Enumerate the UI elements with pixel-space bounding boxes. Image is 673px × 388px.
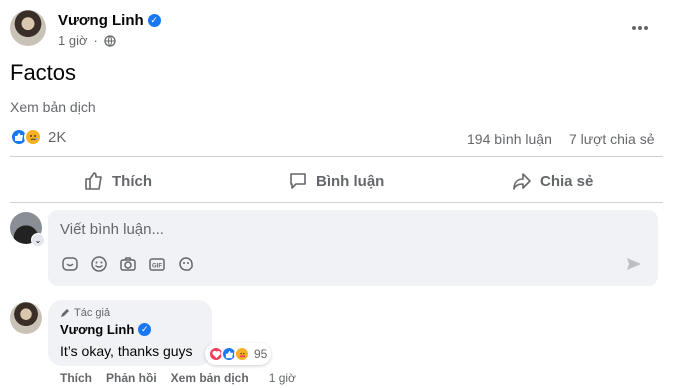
more-options-button[interactable] — [630, 18, 650, 38]
comment-time[interactable]: 1 giờ — [269, 371, 296, 385]
sticker-icon[interactable] — [60, 254, 80, 274]
verified-icon: ✓ — [147, 13, 161, 27]
globe-icon — [104, 34, 116, 47]
verified-icon: ✓ — [138, 323, 152, 336]
comment-like-link[interactable]: Thích — [60, 371, 92, 385]
care-reaction-icon — [234, 346, 250, 362]
author-badge-label: Tác giả — [74, 307, 111, 319]
comment-reaction-count: 95 — [254, 347, 268, 361]
comment-text: It’s okay, thanks guys — [60, 343, 193, 359]
camera-icon[interactable] — [118, 254, 138, 274]
comment-reply-link[interactable]: Phản hồi — [106, 371, 157, 385]
comment-input[interactable]: Viết bình luận... — [60, 221, 164, 238]
send-button[interactable] — [624, 254, 644, 274]
post-author-name[interactable]: Vương Linh — [58, 12, 144, 29]
more-icon — [632, 26, 648, 30]
dot-separator: · — [93, 33, 98, 48]
reaction-summary[interactable]: 2K — [10, 128, 66, 146]
profile-switch-icon[interactable]: ⌄ — [31, 233, 45, 247]
comment-button[interactable]: Bình luận — [288, 170, 384, 192]
comment-avatar[interactable] — [10, 302, 42, 334]
gif-icon[interactable]: GIF — [147, 254, 167, 274]
like-button[interactable]: Thích — [84, 170, 152, 192]
comment-actions: Thích Phản hồi Xem bản dịch 1 giờ — [60, 371, 296, 385]
comment-author-name[interactable]: Vương Linh — [60, 322, 134, 337]
divider — [10, 202, 663, 203]
emoji-icon[interactable] — [89, 254, 109, 274]
share-icon — [513, 173, 531, 190]
sad-reaction-icon — [24, 128, 42, 146]
comment-icon — [290, 173, 306, 189]
like-button-label: Thích — [112, 172, 152, 190]
comment-translate-link[interactable]: Xem bản dịch — [171, 371, 249, 385]
comment-composer[interactable]: Viết bình luận... GIF — [48, 210, 658, 286]
post-meta: 1 giờ · — [58, 33, 116, 48]
post-time[interactable]: 1 giờ — [58, 33, 88, 48]
comment-author-row: Vương Linh ✓ — [60, 322, 152, 337]
translate-link[interactable]: Xem bản dịch — [10, 99, 96, 115]
post-author-row: Vương Linh ✓ — [58, 10, 161, 30]
share-button[interactable]: Chia sẻ — [512, 170, 593, 192]
comment-bubble: Tác giả Vương Linh ✓ It’s okay, thanks g… — [48, 300, 212, 366]
post-text: Factos — [10, 60, 77, 85]
reaction-count: 2K — [48, 128, 67, 146]
send-icon — [627, 258, 641, 270]
post-avatar[interactable] — [10, 10, 46, 46]
comment-reactions[interactable]: 95 — [205, 343, 272, 365]
thumbs-up-icon — [85, 172, 102, 190]
share-button-label: Chia sẻ — [540, 172, 594, 190]
pencil-icon — [61, 309, 69, 317]
composer-toolbar: GIF — [60, 254, 196, 274]
svg-text:GIF: GIF — [152, 264, 162, 270]
comment-button-label: Bình luận — [316, 172, 385, 190]
comment-count[interactable]: 194 bình luận — [467, 131, 552, 147]
author-badge: Tác giả — [60, 307, 110, 319]
divider — [10, 156, 663, 157]
share-count[interactable]: 7 lượt chia sẻ — [569, 131, 654, 147]
avatar-sticker-icon[interactable] — [176, 254, 196, 274]
